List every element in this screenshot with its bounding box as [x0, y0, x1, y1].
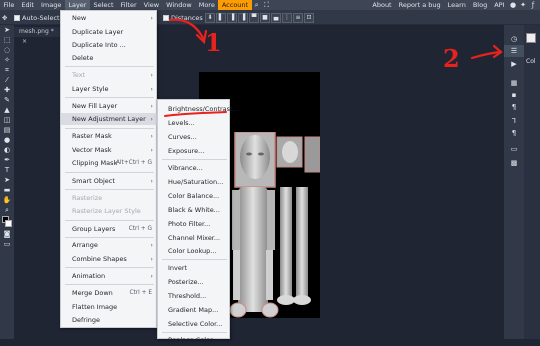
annotation-number-two: 2 [443, 44, 460, 73]
annotation-number-one: 1 [205, 28, 222, 57]
annotation-underline [164, 111, 227, 117]
